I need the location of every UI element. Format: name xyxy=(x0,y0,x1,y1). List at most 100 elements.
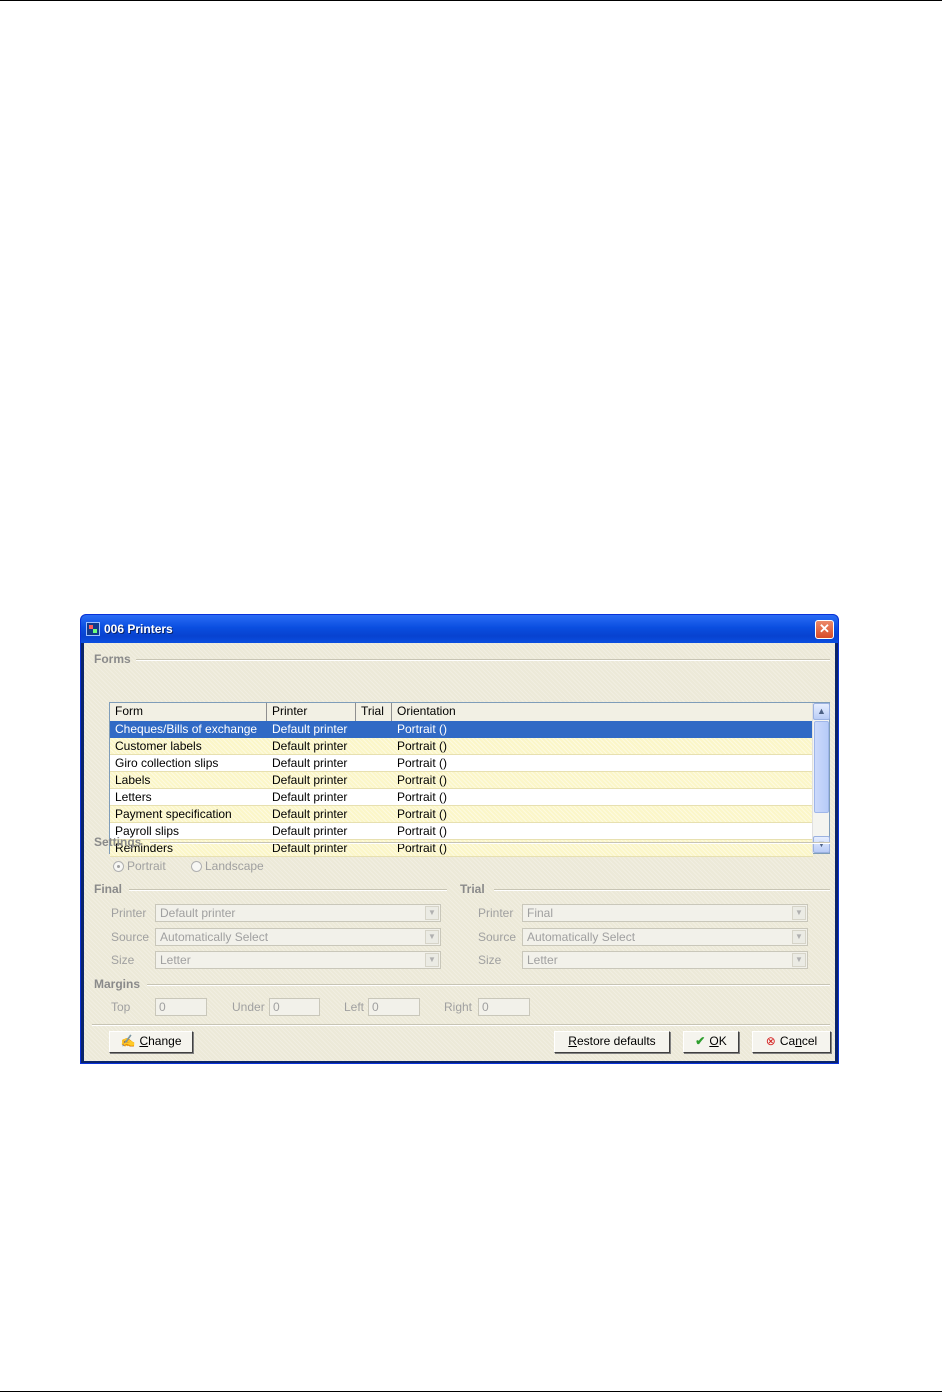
trial-source-value: Automatically Select xyxy=(527,930,636,944)
ok-accelerator: O xyxy=(709,1034,719,1048)
final-printer-label: Printer xyxy=(111,906,147,920)
table-row[interactable]: Payment specification Default printer Po… xyxy=(110,806,813,823)
table-row[interactable]: Customer labels Default printer Portrait… xyxy=(110,738,813,755)
table-row[interactable]: Labels Default printer Portrait () xyxy=(110,772,813,789)
cell-printer: Default printer xyxy=(272,773,348,787)
portrait-label: Portrait xyxy=(127,859,166,873)
final-size-label: Size xyxy=(111,953,135,967)
trial-group-label: Trial xyxy=(460,882,485,896)
cell-orientation: Portrait () xyxy=(397,756,448,770)
cell-orientation: Portrait () xyxy=(397,824,448,838)
grid-header: Form Printer Trial Orientation xyxy=(110,703,813,721)
settings-group-label: Settings xyxy=(94,835,142,849)
final-printer-select[interactable]: Default printer ▼ xyxy=(155,904,441,922)
forms-group-line xyxy=(136,659,830,661)
table-row[interactable]: Giro collection slips Default printer Po… xyxy=(110,755,813,772)
restore-label: estore defaults xyxy=(576,1034,656,1048)
close-button[interactable]: ✕ xyxy=(815,620,834,639)
cancel-accelerator: n xyxy=(795,1034,802,1048)
change-button[interactable]: ✍ Change xyxy=(109,1031,193,1053)
cell-printer: Default printer xyxy=(272,807,348,821)
checkmark-icon: ✔ xyxy=(695,1034,706,1048)
margin-under-input[interactable]: 0 xyxy=(269,998,320,1016)
table-row[interactable]: Letters Default printer Portrait () xyxy=(110,789,813,806)
final-source-select[interactable]: Automatically Select ▼ xyxy=(155,928,441,946)
final-size-value: Letter xyxy=(160,953,191,967)
margin-top-input[interactable]: 0 xyxy=(155,998,207,1016)
table-row[interactable]: Cheques/Bills of exchange Default printe… xyxy=(110,721,813,738)
forms-group-label: Forms xyxy=(94,652,131,666)
trial-printer-value: Final xyxy=(527,906,554,920)
cancel-label-start: Ca xyxy=(779,1034,796,1048)
margin-top-label: Top xyxy=(111,1000,131,1014)
restore-defaults-button[interactable]: Restore defaults xyxy=(554,1031,670,1053)
cell-form: Giro collection slips xyxy=(115,756,219,770)
cell-form: Labels xyxy=(115,773,151,787)
margins-group-line xyxy=(147,984,830,986)
margin-right-input[interactable]: 0 xyxy=(478,998,530,1016)
trial-source-select[interactable]: Automatically Select ▼ xyxy=(522,928,808,946)
portrait-radio[interactable] xyxy=(113,861,124,872)
cell-orientation: Portrait () xyxy=(397,807,448,821)
scroll-thumb[interactable] xyxy=(814,721,829,813)
trial-printer-select[interactable]: Final ▼ xyxy=(522,904,808,922)
button-separator-line xyxy=(92,1024,830,1026)
cancel-icon: ⊗ xyxy=(765,1034,776,1048)
chevron-down-icon[interactable]: ▼ xyxy=(792,906,806,920)
cell-orientation: Portrait () xyxy=(397,773,448,787)
column-header-orientation[interactable]: Orientation xyxy=(392,703,813,721)
cell-orientation: Portrait () xyxy=(397,739,448,753)
column-header-form[interactable]: Form xyxy=(110,703,267,721)
trial-size-label: Size xyxy=(478,953,502,967)
change-accelerator: C xyxy=(139,1034,149,1048)
page-top-rule xyxy=(0,0,942,1)
table-row[interactable]: Payroll slips Default printer Portrait (… xyxy=(110,823,813,840)
trial-printer-label: Printer xyxy=(478,906,514,920)
chevron-down-icon[interactable]: ▼ xyxy=(425,906,439,920)
final-group-label: Final xyxy=(94,882,123,896)
margins-group-label: Margins xyxy=(94,977,141,991)
ok-label: K xyxy=(718,1034,727,1048)
column-header-printer[interactable]: Printer xyxy=(267,703,356,721)
restore-accelerator: R xyxy=(568,1034,577,1048)
forms-grid[interactable]: Form Printer Trial Orientation Cheques/B… xyxy=(109,702,830,857)
cell-orientation: Portrait () xyxy=(397,722,448,736)
cell-printer: Default printer xyxy=(272,739,348,753)
scroll-up-button[interactable]: ▲ xyxy=(813,703,830,720)
chevron-down-icon[interactable]: ▼ xyxy=(792,953,806,967)
cell-form: Customer labels xyxy=(115,739,202,753)
chevron-down-icon[interactable]: ▼ xyxy=(425,930,439,944)
column-header-trial[interactable]: Trial xyxy=(356,703,392,721)
landscape-label: Landscape xyxy=(205,859,264,873)
cell-form: Cheques/Bills of exchange xyxy=(115,722,258,736)
final-source-value: Automatically Select xyxy=(160,930,269,944)
margin-left-input[interactable]: 0 xyxy=(368,998,420,1016)
cancel-button[interactable]: ⊗ Cancel xyxy=(752,1031,831,1053)
cell-printer: Default printer xyxy=(272,790,348,804)
final-printer-value: Default printer xyxy=(160,906,236,920)
vertical-scrollbar[interactable]: ▲ ▼ xyxy=(812,703,830,853)
app-icon xyxy=(86,622,100,636)
trial-size-value: Letter xyxy=(527,953,558,967)
cancel-label-end: cel xyxy=(801,1034,818,1048)
margin-right-label: Right xyxy=(444,1000,473,1014)
chevron-down-icon[interactable]: ▼ xyxy=(792,930,806,944)
cell-printer: Default printer xyxy=(272,824,348,838)
trial-source-label: Source xyxy=(478,930,517,944)
cell-form: Letters xyxy=(115,790,152,804)
margin-left-label: Left xyxy=(344,1000,365,1014)
cell-form: Payment specification xyxy=(115,807,232,821)
dialog-client-area: Forms Form Printer Trial Orientation Che… xyxy=(84,643,835,1061)
scroll-down-button[interactable]: ▼ xyxy=(813,836,830,853)
trial-group-line xyxy=(494,889,830,891)
landscape-radio[interactable] xyxy=(191,861,202,872)
ok-button[interactable]: ✔ OK xyxy=(683,1031,739,1053)
title-bar[interactable]: 006 Printers ✕ xyxy=(81,615,838,643)
cell-printer: Default printer xyxy=(272,756,348,770)
final-source-label: Source xyxy=(111,930,150,944)
chevron-down-icon[interactable]: ▼ xyxy=(425,953,439,967)
cell-printer: Default printer xyxy=(272,722,348,736)
page-bottom-rule xyxy=(0,1391,942,1392)
final-size-select[interactable]: Letter ▼ xyxy=(155,951,441,969)
trial-size-select[interactable]: Letter ▼ xyxy=(522,951,808,969)
